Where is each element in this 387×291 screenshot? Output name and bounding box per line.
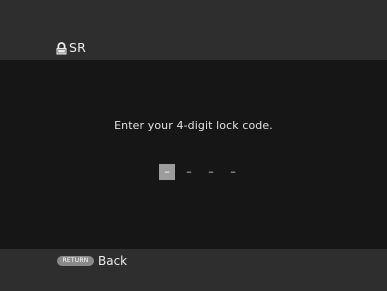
back-button[interactable]: RETURN Back: [57, 253, 127, 269]
main-panel: Enter your 4-digit lock code. – – – –: [0, 60, 387, 249]
back-label[interactable]: Back: [98, 253, 127, 269]
code-digit-4[interactable]: –: [225, 164, 241, 180]
code-digit-1[interactable]: –: [159, 164, 175, 180]
lock-code-screen: SR Enter your 4-digit lock code. – – – –…: [0, 0, 387, 291]
header-title-row: SR: [56, 40, 86, 56]
footer-bar: RETURN Back: [0, 249, 387, 291]
return-key-icon[interactable]: RETURN: [57, 256, 94, 266]
header-bar: SR: [0, 0, 387, 60]
lock-code-input[interactable]: – – – –: [159, 164, 247, 180]
page-title: SR: [69, 40, 87, 55]
code-digit-3[interactable]: –: [203, 164, 219, 180]
lock-code-prompt: Enter your 4-digit lock code.: [114, 119, 273, 132]
lock-icon: [56, 41, 67, 54]
code-digit-2[interactable]: –: [181, 164, 197, 180]
